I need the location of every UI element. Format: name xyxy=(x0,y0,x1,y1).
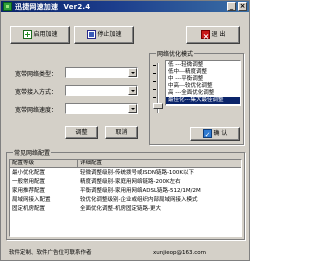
config-title: 常见网络配置 xyxy=(13,148,52,157)
table-cell: 轻微调整级别-传统拨号或ISDN链路-100K以下 xyxy=(80,170,195,176)
config-table: 配置等级 详细配置 最小优化配置 轻微调整级别-传统拨号或ISDN链路-100K… xyxy=(9,159,242,237)
table-row[interactable]: 一般常用配置 精度调整级别-家庭用网络链路-200K左右 xyxy=(10,178,241,187)
mode-item-label: 低 ---轻微调整 xyxy=(168,62,204,68)
mode-item[interactable]: 低中---精度调整 xyxy=(166,69,240,76)
mode-item[interactable]: 最佳化---集大最佳调整 xyxy=(166,97,240,104)
enable-accel-button[interactable]: 启用加速 xyxy=(10,26,70,44)
mode-item[interactable]: 高 ---全面优化调整 xyxy=(166,90,240,97)
cancel-button[interactable]: 取消 xyxy=(105,126,138,139)
table-cell: 最小优化配置 xyxy=(12,170,46,176)
app-icon xyxy=(3,2,12,11)
table-cell: 平衡调整级别-家用用网络ADSL链路-512/1M/2M xyxy=(80,188,201,194)
mode-item-label: 最佳化---集大最佳调整 xyxy=(168,97,224,103)
bandwidth-type-label: 宽带网络类型： xyxy=(15,71,58,78)
table-cell: 全面优化调整-机房固定链路-更大 xyxy=(80,206,161,212)
apply-button[interactable]: 调整 xyxy=(65,126,98,139)
stop-accel-button[interactable]: 停止加速 xyxy=(74,26,134,44)
table-cell: 家用推荐配置 xyxy=(12,188,46,194)
slider-tick xyxy=(153,89,156,90)
mode-item[interactable]: 中 ---平衡调整 xyxy=(166,76,240,83)
access-mode-label: 宽带接入方式： xyxy=(15,89,58,96)
confirm-label: 确 认 xyxy=(213,130,228,137)
title-bar[interactable]: 迅捷网速加速 Ver2.4 _ × xyxy=(1,1,249,12)
mode-item-label: 中 ---平衡调整 xyxy=(168,76,204,82)
exit-button[interactable]: 退 出 xyxy=(186,26,240,45)
exit-icon xyxy=(200,29,210,45)
window-title: 迅捷网速加速 Ver2.4 xyxy=(15,2,90,12)
access-mode-select[interactable] xyxy=(65,85,138,96)
mode-item[interactable]: 低 ---轻微调整 xyxy=(166,62,240,69)
stop-accel-label: 停止加速 xyxy=(97,31,122,38)
config-group: 常见网络配置 配置等级 详细配置 最小优化配置 轻微调整级别-传统拨号或ISDN… xyxy=(6,148,245,240)
stop-icon xyxy=(86,30,96,39)
apply-label: 调整 xyxy=(75,129,88,136)
table-row[interactable]: 家用推荐配置 平衡调整级别-家用用网络ADSL链路-512/1M/2M xyxy=(10,187,241,196)
table-row[interactable]: 局域网接入配置 较优化调整级别-企业或组织内部局域网接入模式 xyxy=(10,196,241,205)
cancel-label: 取消 xyxy=(115,129,128,136)
app-version: Ver2.4 xyxy=(63,3,91,11)
status-text: 软件定制、软件广告位可联系作者 xyxy=(9,250,92,256)
slider-tick xyxy=(153,97,156,98)
optimize-mode-title: 网络优化模式 xyxy=(156,49,195,58)
table-cell: 较优化调整级别-企业或组织内部局域网接入模式 xyxy=(80,197,198,203)
confirm-button[interactable]: 确 认 xyxy=(190,127,240,141)
bandwidth-type-select[interactable] xyxy=(65,67,138,78)
mode-item-label: 中高---较优化调整 xyxy=(168,83,213,89)
table-cell: 固定机房配置 xyxy=(12,206,46,212)
chevron-down-icon[interactable] xyxy=(128,68,137,77)
optimize-level-slider[interactable] xyxy=(153,63,163,113)
close-button[interactable]: × xyxy=(238,2,247,11)
author-email[interactable]: xunjieop@163.com xyxy=(153,246,206,260)
speed-select[interactable] xyxy=(65,103,138,114)
app-title: 迅捷网速加速 xyxy=(15,3,59,11)
optimize-mode-group: 网络优化模式 低 ---轻微调整 低中---精度调整 中 ---平衡调整 中高-… xyxy=(149,49,244,145)
minimize-button[interactable]: _ xyxy=(227,2,236,11)
status-bar: 软件定制、软件广告位可联系作者 xunjieop@163.com xyxy=(1,246,249,260)
table-cell: 精度调整级别-家庭用网络链路-200K左右 xyxy=(80,179,181,185)
slider-thumb[interactable] xyxy=(153,103,163,109)
plus-icon xyxy=(22,30,32,39)
check-icon xyxy=(202,129,212,141)
table-row[interactable]: 固定机房配置 全面优化调整-机房固定链路-更大 xyxy=(10,205,241,214)
table-row[interactable]: 最小优化配置 轻微调整级别-传统拨号或ISDN链路-100K以下 xyxy=(10,169,241,178)
slider-tick xyxy=(153,73,156,74)
mode-item[interactable]: 中高---较优化调整 xyxy=(166,83,240,90)
enable-accel-label: 启用加速 xyxy=(33,31,58,38)
speed-label: 宽带网络速度： xyxy=(15,107,58,114)
mode-item-label: 高 ---全面优化调整 xyxy=(168,90,215,96)
table-header: 配置等级 详细配置 xyxy=(10,160,241,168)
exit-label: 退 出 xyxy=(211,31,226,38)
chevron-down-icon[interactable] xyxy=(128,104,137,113)
table-cell: 局域网接入配置 xyxy=(12,197,51,203)
column-header[interactable]: 配置等级 xyxy=(10,160,78,168)
app-window: 迅捷网速加速 Ver2.4 _ × 启用加速 停止加速 退 出 宽带网络类型： … xyxy=(0,0,250,261)
optimize-mode-list[interactable]: 低 ---轻微调整 低中---精度调整 中 ---平衡调整 中高---较优化调整… xyxy=(165,60,241,106)
slider-tick xyxy=(153,81,156,82)
mode-item-label: 低中---精度调整 xyxy=(168,69,207,75)
chevron-down-icon[interactable] xyxy=(128,86,137,95)
table-cell: 一般常用配置 xyxy=(12,179,46,185)
slider-tick xyxy=(153,65,156,66)
column-header[interactable]: 详细配置 xyxy=(78,160,241,168)
